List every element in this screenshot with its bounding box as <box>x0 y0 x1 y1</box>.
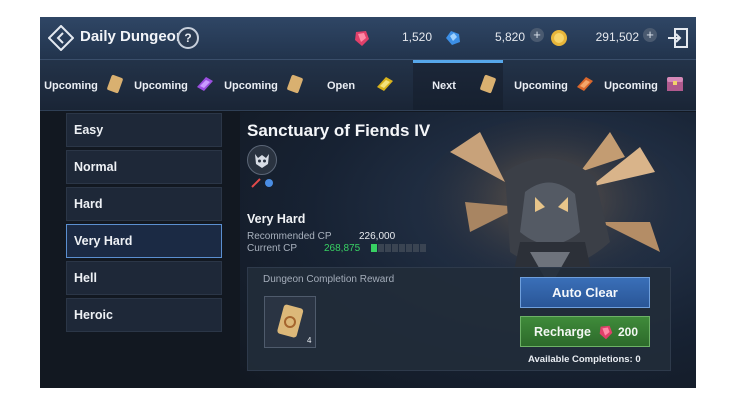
difficulty-label: Heroic <box>74 308 113 322</box>
red-gem-icon <box>599 325 613 340</box>
daily-dungeon-window: Daily Dungeon ? 1,520 5,820 + 291,502 + <box>40 17 696 388</box>
help-button[interactable]: ? <box>177 27 199 49</box>
cp-meter-segment <box>420 244 426 252</box>
cp-meter-segment <box>399 244 405 252</box>
recommended-cp-label: Recommended CP <box>247 231 332 242</box>
difficulty-label: Easy <box>74 123 104 137</box>
difficulty-hell[interactable]: Hell <box>66 261 222 295</box>
blue-gem-counter: 5,820 <box>443 28 525 48</box>
cp-meter-segment <box>371 244 377 252</box>
tab-upcoming-5[interactable]: Upcoming <box>600 60 690 110</box>
difficulty-hard[interactable]: Hard <box>66 187 222 221</box>
chest-icon <box>667 77 683 91</box>
cp-meter-segment <box>406 244 412 252</box>
cp-meter-segment <box>385 244 391 252</box>
tab-label: Upcoming <box>604 80 658 92</box>
current-cp-label: Current CP <box>247 243 298 254</box>
gold-crystal-icon <box>377 77 393 91</box>
orange-crystal-icon <box>577 77 593 91</box>
tab-upcoming-2[interactable]: Upcoming <box>130 60 220 110</box>
cp-meter-segment <box>378 244 384 252</box>
blue-gem-amount: 5,820 <box>494 30 525 44</box>
reward-title: Dungeon Completion Reward <box>263 274 395 285</box>
tab-label: Upcoming <box>514 80 568 92</box>
defense-element-icon <box>265 179 273 187</box>
exit-icon[interactable] <box>666 26 690 50</box>
red-gem-counter: 1,520 <box>352 28 432 48</box>
reward-item-count: 4 <box>307 336 312 345</box>
boss-illustration <box>420 117 680 292</box>
add-blue-gem-button[interactable]: + <box>530 28 544 42</box>
current-cp-value: 268,875 <box>324 243 361 254</box>
difficulty-label: Hard <box>74 197 103 211</box>
top-bar: Daily Dungeon ? 1,520 5,820 + 291,502 + <box>40 17 696 60</box>
difficulty-easy[interactable]: Easy <box>66 113 222 147</box>
gold-coin-counter: 291,502 <box>549 28 639 48</box>
scroll-icon <box>480 74 496 94</box>
page-title: Daily Dungeon <box>80 28 186 45</box>
tab-next[interactable]: Next <box>413 60 503 110</box>
tab-open[interactable]: Open <box>310 60 400 110</box>
scroll-icon <box>107 74 123 94</box>
tab-label: Next <box>432 80 456 92</box>
tab-label: Upcoming <box>224 80 278 92</box>
recommended-cp-value: 226,000 <box>359 231 396 242</box>
difficulty-label: Normal <box>74 160 118 174</box>
cp-meter-segment <box>413 244 419 252</box>
red-gem-amount: 1,520 <box>401 30 432 44</box>
recharge-button[interactable]: Recharge 200 <box>520 316 650 347</box>
dungeon-name: Sanctuary of Fiends IV <box>247 121 431 140</box>
difficulty-very-hard[interactable]: Very Hard <box>66 224 222 258</box>
recharge-label: Recharge <box>534 325 591 339</box>
attack-element-icon <box>251 178 261 188</box>
difficulty-heroic[interactable]: Heroic <box>66 298 222 332</box>
boss-emblem-icon <box>247 145 277 175</box>
tab-upcoming-4[interactable]: Upcoming <box>510 60 600 110</box>
tab-upcoming-1[interactable]: Upcoming <box>40 60 130 110</box>
gold-coin-icon <box>551 30 567 46</box>
recharge-cost: 200 <box>618 325 639 339</box>
purple-crystal-icon <box>197 77 213 91</box>
tab-label: Upcoming <box>44 80 98 92</box>
day-tabs: Upcoming Upcoming Upcoming Open Next Upc… <box>40 60 696 111</box>
difficulty-label: Very Hard <box>74 234 133 248</box>
cp-meter-segment <box>392 244 398 252</box>
back-icon[interactable] <box>47 24 75 52</box>
red-gem-icon <box>355 31 369 46</box>
auto-clear-button[interactable]: Auto Clear <box>520 277 650 308</box>
blue-gem-icon <box>446 31 460 45</box>
dungeon-difficulty: Very Hard <box>247 212 306 226</box>
gold-coin-amount: 291,502 <box>595 30 639 44</box>
tab-label: Upcoming <box>134 80 188 92</box>
cp-meter <box>371 244 426 252</box>
add-gold-button[interactable]: + <box>643 28 657 42</box>
difficulty-label: Hell <box>74 271 97 285</box>
tab-upcoming-3[interactable]: Upcoming <box>220 60 310 110</box>
scroll-icon <box>287 74 303 94</box>
tab-label: Open <box>326 80 356 92</box>
difficulty-normal[interactable]: Normal <box>66 150 222 184</box>
available-completions: Available Completions: 0 <box>528 354 641 365</box>
